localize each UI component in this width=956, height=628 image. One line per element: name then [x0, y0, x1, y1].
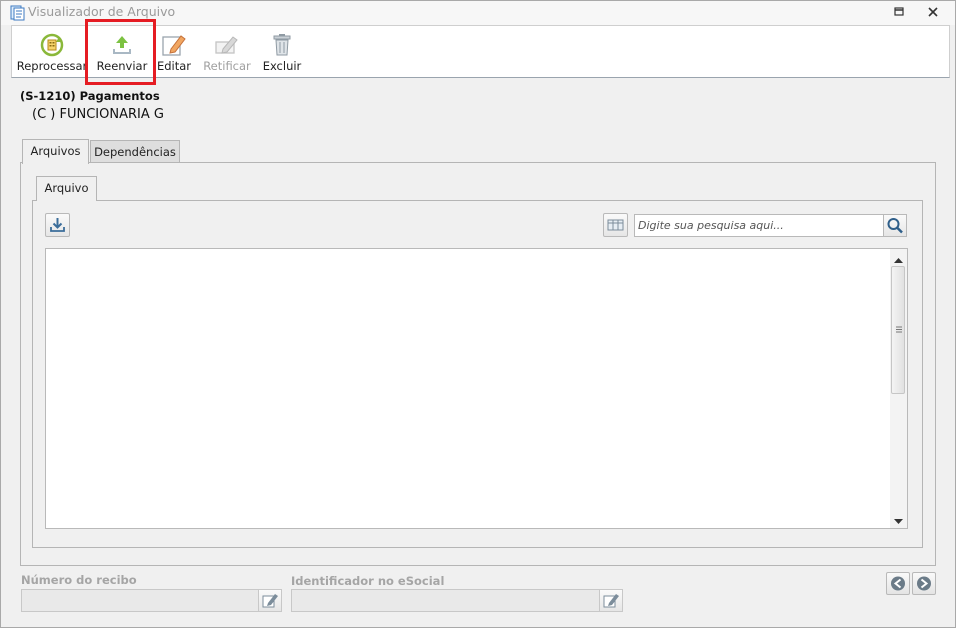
edit-field-icon [600, 594, 622, 614]
reprocess-button[interactable]: Reprocessar [16, 26, 88, 78]
columns-config-button[interactable] [603, 213, 628, 237]
rectify-label: Retificar [203, 59, 251, 73]
esocial-edit-button[interactable] [599, 589, 623, 612]
arrow-left-icon [887, 576, 909, 597]
delete-button[interactable]: Excluir [262, 26, 302, 78]
file-list[interactable] [45, 248, 908, 529]
next-button[interactable] [912, 572, 936, 595]
document-viewer-icon [10, 5, 25, 21]
search-button[interactable] [883, 214, 907, 237]
receipt-number-label: Número do recibo [21, 573, 137, 587]
close-icon[interactable] [925, 5, 941, 19]
event-title: (S-1210) Pagamentos [20, 89, 160, 103]
download-button[interactable] [45, 213, 70, 237]
esocial-id-label: Identificador no eSocial [291, 574, 445, 588]
search-input[interactable] [634, 214, 884, 237]
esocial-id-field [291, 589, 600, 612]
tab-arquivo[interactable]: Arquivo [36, 176, 97, 201]
reprocess-label: Reprocessar [16, 59, 88, 73]
search-icon [884, 218, 906, 239]
edit-button[interactable]: Editar [156, 26, 192, 78]
employee-name: (C ) FUNCIONARIA G [32, 107, 164, 122]
rectify-button[interactable]: Retificar [202, 26, 252, 78]
resend-highlight-box [85, 19, 156, 85]
restore-icon[interactable] [891, 5, 907, 19]
vertical-scrollbar[interactable] [890, 249, 907, 528]
edit-field-icon [259, 594, 281, 614]
tab-dependencias[interactable]: Dependências [90, 140, 180, 164]
window-title: Visualizador de Arquivo [28, 4, 176, 19]
download-icon [46, 218, 69, 239]
scroll-thumb[interactable] [891, 266, 905, 394]
previous-button[interactable] [886, 572, 910, 595]
arrow-right-icon [913, 576, 935, 597]
receipt-number-field [21, 589, 259, 612]
scroll-down-icon[interactable] [893, 515, 904, 529]
columns-config-icon [604, 219, 627, 239]
receipt-edit-button[interactable] [258, 589, 282, 612]
file-viewer-window: Visualizador de Arquivo Reprocessar Reen… [0, 0, 956, 628]
tab-arquivos[interactable]: Arquivos [22, 139, 89, 164]
edit-label: Editar [156, 59, 192, 73]
delete-label: Excluir [262, 59, 302, 73]
scroll-up-icon[interactable] [893, 253, 904, 267]
